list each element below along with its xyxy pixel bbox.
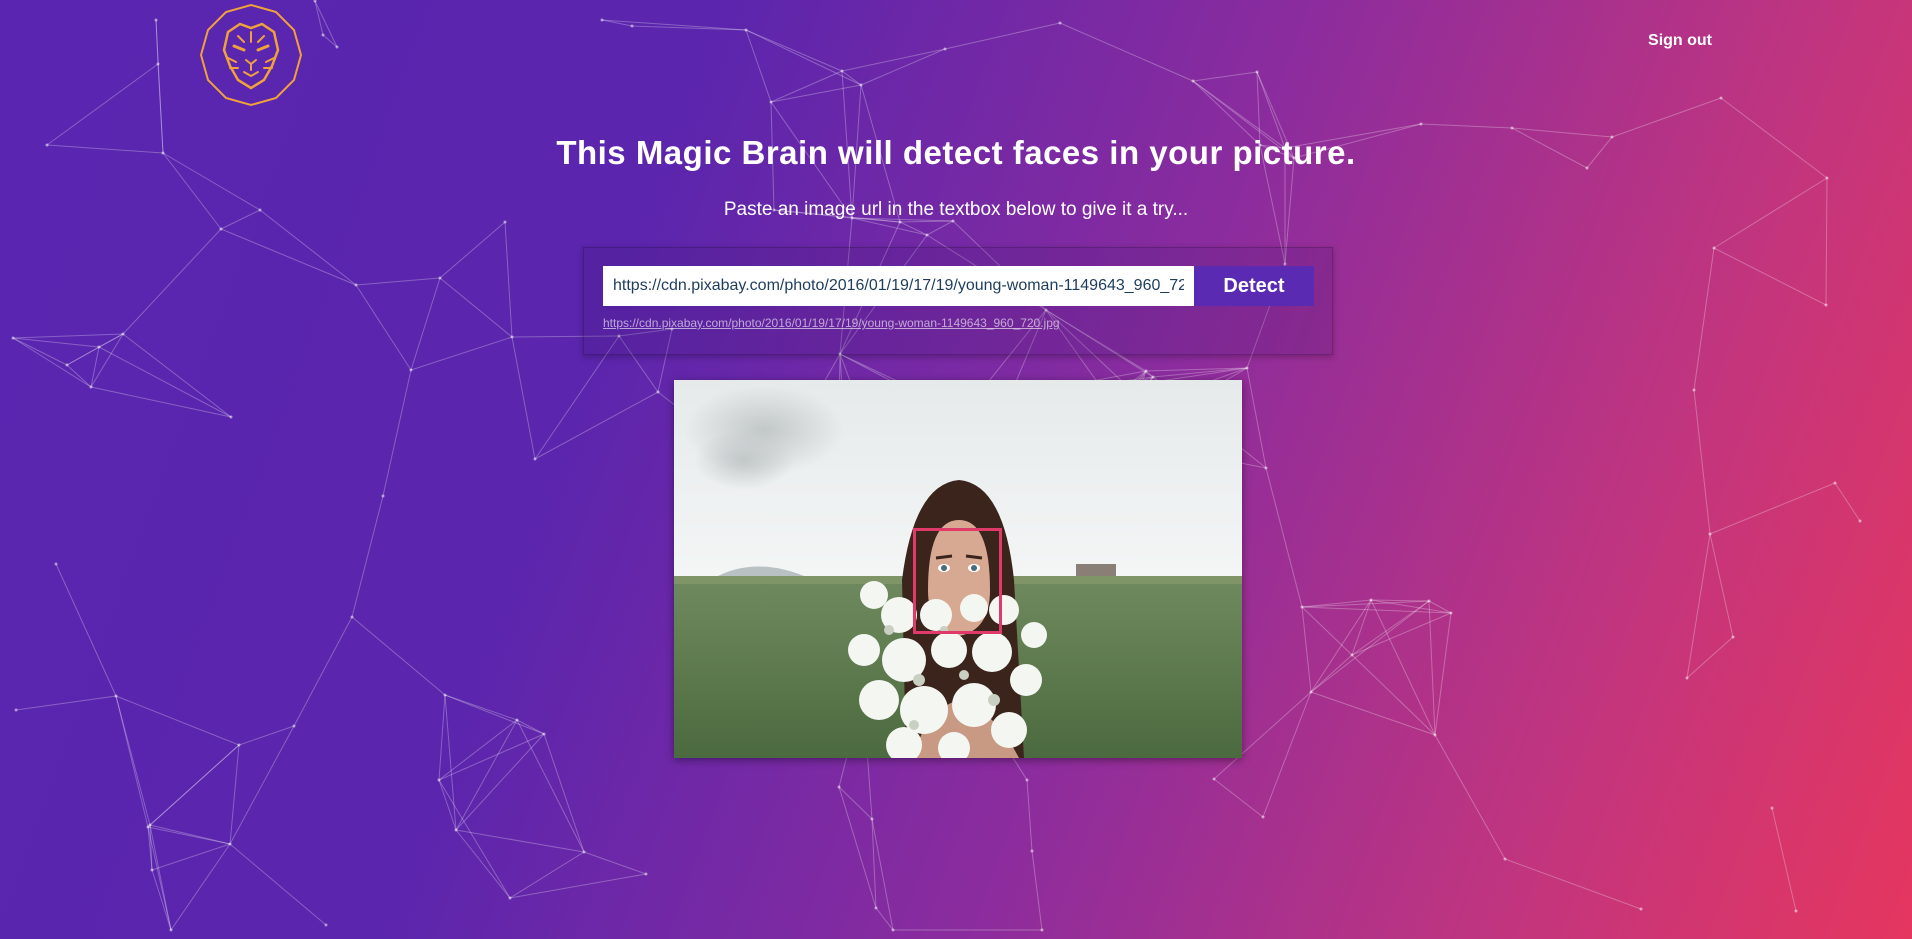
result-image: [674, 380, 1242, 758]
image-url-echo: https://cdn.pixabay.com/photo/2016/01/19…: [603, 316, 1060, 330]
tiger-head-icon: [199, 3, 303, 107]
tiger-logo-icon[interactable]: [198, 2, 304, 108]
page-title: This Magic Brain will detect faces in yo…: [556, 134, 1356, 171]
image-url-form: Detect https://cdn.pixabay.com/photo/201…: [583, 247, 1333, 355]
image-url-input[interactable]: [603, 266, 1194, 306]
face-bounding-box: [913, 528, 1002, 634]
page-subtitle: Paste an image url in the textbox below …: [723, 199, 1189, 220]
sign-out-link[interactable]: Sign out: [1648, 32, 1712, 50]
detect-button[interactable]: Detect: [1194, 266, 1314, 306]
